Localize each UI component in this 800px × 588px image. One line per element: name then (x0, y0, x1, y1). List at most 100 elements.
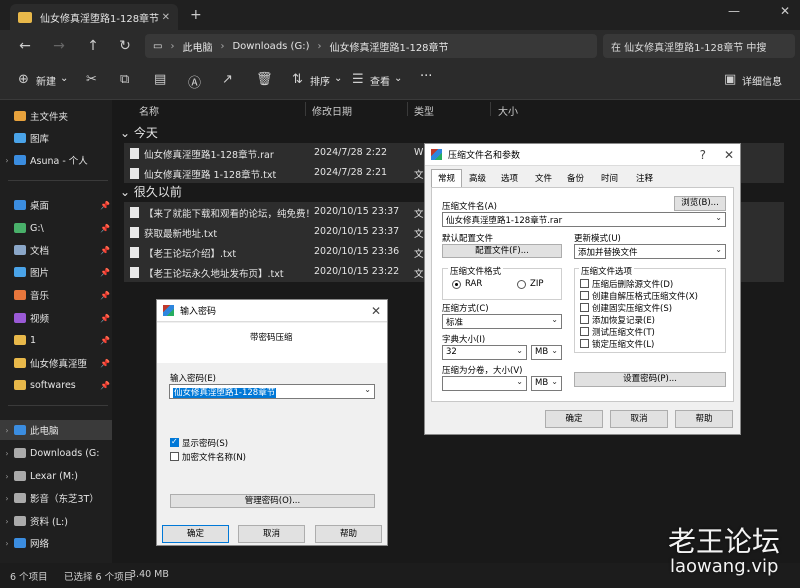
chevron-down-icon[interactable]: ⌄ (715, 245, 722, 254)
chevron-right-icon[interactable]: › (0, 494, 14, 503)
group-header-today[interactable]: ⌄ 今天 (120, 124, 158, 141)
cancel-button[interactable]: 取消 (610, 410, 668, 428)
tab-options[interactable]: 选项 (495, 170, 524, 186)
sidebar-item-pictures[interactable]: 图片 📌 (0, 262, 112, 282)
sidebar-item-network[interactable]: › 网络 (0, 533, 112, 553)
dictionary-unit-select[interactable]: MB ⌄ (531, 345, 562, 360)
chevron-right-icon[interactable]: › (0, 539, 14, 548)
chevron-down-icon[interactable]: ⌄ (334, 73, 342, 84)
plus-circle-icon[interactable]: ⊕ (18, 72, 29, 87)
delete-icon[interactable]: 🗑 (256, 72, 273, 87)
chevron-right-icon[interactable]: › (0, 156, 14, 165)
sort-button[interactable]: 排序 (310, 73, 330, 88)
sort-icon[interactable]: ⇅ (292, 72, 303, 87)
split-volumes-input[interactable]: ⌄ (442, 376, 527, 391)
refresh-icon[interactable]: ↻ (116, 38, 134, 54)
chevron-right-icon[interactable]: › (0, 517, 14, 526)
share-icon[interactable]: ↗ (222, 72, 233, 87)
chevron-down-icon[interactable]: ⌄ (551, 315, 558, 324)
format-zip-radio[interactable] (517, 280, 526, 289)
sidebar-item-videos[interactable]: 视频 📌 (0, 308, 112, 328)
up-arrow-icon[interactable]: ↑ (84, 38, 102, 54)
tab-files[interactable]: 文件 (529, 170, 558, 186)
split-unit-select[interactable]: MB ⌄ (531, 376, 562, 391)
ok-button[interactable]: 确定 (545, 410, 603, 428)
new-tab-icon[interactable]: + (190, 7, 202, 23)
chevron-right-icon[interactable]: › (0, 426, 14, 435)
solid-checkbox[interactable] (580, 303, 589, 312)
address-bar[interactable]: ▭ › 此电脑 › Downloads (G:) › 仙女修真淫堕路1-128章… (145, 34, 597, 58)
more-icon[interactable]: ··· (420, 69, 432, 84)
tab-backup[interactable]: 备份 (561, 170, 590, 186)
tab-close-icon[interactable]: ✕ (162, 12, 170, 23)
dialog-title-bar[interactable]: 压缩文件名和参数 ? ✕ (425, 144, 740, 166)
column-header-size[interactable]: 大小 (498, 103, 518, 118)
chevron-right-icon[interactable]: › (0, 449, 14, 458)
close-window-icon[interactable]: ✕ (780, 4, 790, 18)
sidebar-item-onedrive[interactable]: › Asuna - 个人 (0, 150, 112, 170)
group-header-long-ago[interactable]: ⌄ 很久以前 (120, 183, 182, 200)
chevron-down-icon[interactable]: ⌄ (394, 73, 402, 84)
chevron-down-icon[interactable]: ⌄ (551, 377, 558, 386)
back-arrow-icon[interactable]: ← (16, 38, 34, 54)
browse-button[interactable]: 浏览(B)... (674, 196, 726, 211)
sidebar-item-novel-folder[interactable]: 仙女修真淫堕 📌 (0, 353, 112, 373)
chevron-down-icon[interactable]: ⌄ (60, 73, 68, 84)
dictionary-select[interactable]: 32 ⌄ (442, 345, 527, 360)
delete-after-checkbox[interactable] (580, 279, 589, 288)
view-icon[interactable]: ☰ (352, 72, 364, 87)
help-button[interactable]: 帮助 (675, 410, 733, 428)
ok-button[interactable]: 确定 (162, 525, 229, 543)
column-header-name[interactable]: 名称 (139, 103, 159, 118)
search-input[interactable]: 在 仙女修真淫堕路1-128章节 中搜 (603, 34, 795, 58)
tab-time[interactable]: 时间 (595, 170, 624, 186)
sidebar-item-this-pc[interactable]: › 此电脑 (0, 420, 112, 440)
cut-icon[interactable]: ✂ (86, 72, 97, 87)
lock-archive-checkbox[interactable] (580, 339, 589, 348)
breadcrumb-folder[interactable]: 仙女修真淫堕路1-128章节 (329, 39, 448, 54)
sfx-checkbox[interactable] (580, 291, 589, 300)
sidebar-item-media-drive[interactable]: › 影音（东芝3T） (0, 488, 112, 508)
chevron-down-icon[interactable]: ⌄ (551, 346, 558, 355)
chevron-down-icon[interactable]: ⌄ (516, 377, 523, 386)
close-icon[interactable]: ✕ (371, 304, 381, 318)
chevron-down-icon[interactable]: ⌄ (715, 213, 722, 222)
update-mode-select[interactable]: 添加并替换文件 ⌄ (574, 244, 726, 259)
new-button[interactable]: 新建 (36, 73, 56, 88)
password-input[interactable]: 仙女修真淫堕路1-128章节 ⌄ (169, 384, 375, 399)
view-button[interactable]: 查看 (370, 73, 390, 88)
archive-name-input[interactable]: 仙女修真淫堕路1-128章节.rar ⌄ (442, 212, 726, 227)
sidebar-item-lexar-drive[interactable]: › Lexar (M:) (0, 466, 112, 486)
sidebar-item-desktop[interactable]: 桌面 📌 (0, 195, 112, 215)
breadcrumb-drive[interactable]: Downloads (G:) (232, 41, 309, 52)
close-icon[interactable]: ✕ (724, 148, 734, 162)
rename-icon[interactable]: Ⓐ (188, 72, 201, 91)
profiles-button[interactable]: 配置文件(F)... (442, 244, 562, 258)
column-divider[interactable] (407, 102, 408, 116)
sidebar-item-documents[interactable]: 文档 📌 (0, 240, 112, 260)
set-password-button[interactable]: 设置密码(P)... (574, 372, 726, 387)
paste-icon[interactable]: ▤ (154, 72, 166, 87)
help-icon[interactable]: ? (700, 148, 706, 162)
test-archive-checkbox[interactable] (580, 327, 589, 336)
cancel-button[interactable]: 取消 (238, 525, 305, 543)
minimize-icon[interactable]: — (728, 4, 740, 18)
sidebar-item-folder-1[interactable]: 1 📌 (0, 330, 112, 350)
sidebar-item-music[interactable]: 音乐 📌 (0, 285, 112, 305)
sidebar-item-data-drive[interactable]: › 资料 (L:) (0, 511, 112, 531)
column-divider[interactable] (305, 102, 306, 116)
forward-arrow-icon[interactable]: → (50, 38, 68, 54)
chevron-down-icon[interactable]: ⌄ (364, 385, 371, 394)
details-pane-icon[interactable]: ▣ (724, 72, 736, 87)
format-rar-radio[interactable] (452, 280, 461, 289)
tab-comment[interactable]: 注释 (630, 170, 659, 186)
chevron-right-icon[interactable]: › (0, 472, 14, 481)
method-select[interactable]: 标准 ⌄ (442, 314, 562, 329)
sidebar-item-gallery[interactable]: 图库 (0, 128, 112, 148)
sidebar-item-g-drive[interactable]: G:\ 📌 (0, 218, 112, 238)
dialog-title-bar[interactable]: 输入密码 ✕ (157, 300, 387, 322)
column-divider[interactable] (490, 102, 491, 116)
manage-passwords-button[interactable]: 管理密码(O)... (170, 494, 375, 508)
sidebar-item-downloads-drive[interactable]: › Downloads (G: (0, 443, 112, 463)
tab-current-folder[interactable]: 仙女修真淫堕路1-128章节 ✕ (10, 4, 178, 30)
